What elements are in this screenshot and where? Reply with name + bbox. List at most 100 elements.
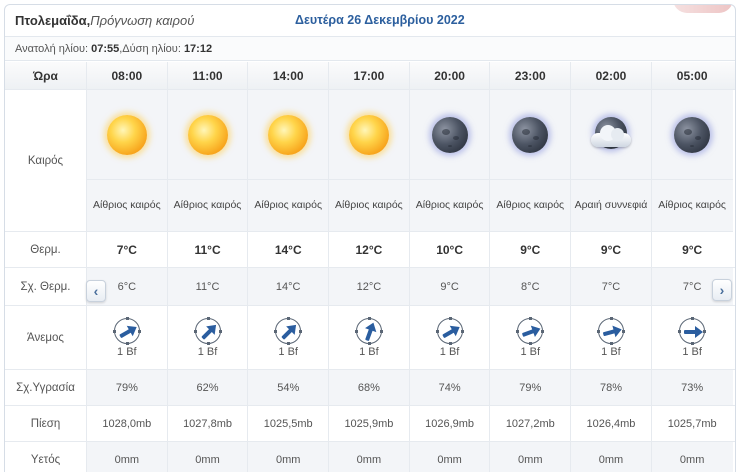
weather-icon-cell [167, 90, 249, 179]
scroll-left-button[interactable]: ‹ [86, 280, 106, 302]
time-cell: 20:00 [410, 62, 491, 89]
time-cell: 02:00 [571, 62, 652, 89]
time-cell: 14:00 [248, 62, 330, 89]
temperature-value: 11°C [168, 232, 249, 267]
humidity-value: 68% [329, 370, 410, 405]
weather-description: Αίθριος καιρός [651, 180, 733, 231]
forecast-panel: Πτολεμαΐδα, Πρόγνωση καιρού Δευτέρα 26 Δ… [4, 4, 736, 472]
compass-tick [678, 329, 682, 333]
rain-value: 0mm [248, 442, 330, 472]
wind-force: 1 Bf [682, 345, 702, 358]
wind-force: 1 Bf [278, 345, 298, 358]
moon-cloud-icon [589, 115, 633, 155]
temperature-value: 9°C [571, 232, 652, 267]
weather-icon-cell [329, 90, 410, 179]
wind-compass-icon [274, 316, 303, 345]
humidity-value: 62% [167, 370, 249, 405]
wind-cell: 1 Bf [571, 306, 652, 369]
compass-tick [299, 329, 303, 333]
rain-row: Υετός 0mm 0mm 0mm 0mm 0mm 0mm 0mm 0mm [5, 442, 735, 472]
cloud-icon [590, 124, 631, 147]
humidity-value: 79% [87, 370, 168, 405]
chevron-right-icon: › [719, 282, 725, 298]
pressure-value: 1027,8mb [168, 406, 249, 441]
time-cell: 11:00 [168, 62, 249, 89]
compass-tick [691, 316, 695, 320]
sunset-label: Δύση ηλίου: [122, 42, 181, 55]
compass-tick [193, 329, 197, 333]
scroll-right-button[interactable]: › [712, 279, 732, 301]
time-row: Ώρα 08:00 11:00 14:00 17:00 20:00 23:00 02:00 0… [5, 62, 735, 90]
time-row-label: Ώρα [5, 62, 87, 89]
weather-icon-cell [409, 90, 491, 179]
compass-tick [691, 341, 695, 345]
compass-tick [367, 341, 371, 345]
weather-icon-cell [651, 90, 733, 179]
rain-value: 0mm [571, 442, 652, 472]
wind-compass-icon [678, 316, 707, 345]
pressure-row: Πίεση 1028,0mb 1027,8mb 1025,5mb 1025,9mb 10… [5, 406, 735, 442]
wind-force: 1 Bf [439, 345, 460, 358]
compass-tick [529, 341, 533, 345]
humidity-row-label: Σχ.Υγρασία [5, 370, 87, 405]
wind-cell: 1 Bf [87, 306, 168, 369]
rain-value: 0mm [167, 442, 249, 472]
wind-compass-icon [596, 316, 625, 345]
compass-tick [609, 316, 613, 320]
compass-tick [529, 316, 533, 320]
feels-like-value: 11°C [167, 268, 249, 305]
wind-force: 1 Bf [359, 345, 379, 358]
feels-row-label: Σχ. Θερμ. [5, 268, 87, 305]
wind-row-label: Άνεμος [5, 306, 87, 369]
humidity-value: 78% [571, 370, 652, 405]
sun-icon [341, 107, 396, 162]
humidity-value: 74% [409, 370, 491, 405]
rain-value: 0mm [329, 442, 410, 472]
sunrise-time: 07:55 [91, 42, 120, 55]
sunrise-label: Ανατολή ηλίου: [15, 42, 89, 55]
forecast-subtitle: Πρόγνωση καιρού [90, 13, 195, 28]
wind-cell: 1 Bf [410, 306, 491, 369]
compass-tick [516, 329, 520, 333]
compass-tick [379, 329, 383, 333]
wind-cell: 1 Bf [248, 306, 330, 369]
time-cell: 08:00 [87, 62, 168, 89]
wind-cell: 1 Bf [490, 306, 572, 369]
wind-row: Άνεμος 1 Bf 1 Bf 1 Bf 1 Bf 1 Bf 1 Bf 1 Bf 1 Bf [5, 306, 735, 370]
weather-icon-cell [490, 90, 572, 179]
sun-icon [99, 107, 154, 162]
wind-force: 1 Bf [601, 345, 621, 358]
temperature-value: 7°C [87, 232, 168, 267]
sun-times: Ανατολή ηλίου: 07:55 , Δύση ηλίου: 17:12 [5, 37, 735, 61]
wind-arrow-icon [442, 326, 459, 337]
forecast-grid: Ώρα 08:00 11:00 14:00 17:00 20:00 23:00 02:00 0… [5, 62, 735, 472]
pressure-value: 1027,2mb [490, 406, 572, 441]
weather-row: Καιρός Αίθριος καιρός Αίθριος καιρός Αίθρι… [5, 90, 735, 232]
compass-tick [435, 329, 439, 333]
compass-tick [609, 341, 613, 345]
weather-description: Αίθριος καιρός [248, 180, 330, 231]
weather-description: Αίθριος καιρός [167, 180, 249, 231]
city-name: Πτολεμαΐδα, [15, 13, 91, 28]
pressure-value: 1026,4mb [571, 406, 652, 441]
wind-force: 1 Bf [520, 345, 541, 358]
wind-cell: 1 Bf [329, 306, 410, 369]
weather-icon-cell [248, 90, 330, 179]
compass-tick [354, 329, 358, 333]
time-cell: 23:00 [490, 62, 572, 89]
humidity-row: Σχ.Υγρασία 79% 62% 54% 68% 74% 79% 78% 73% [5, 370, 735, 406]
time-cell: 17:00 [329, 62, 410, 89]
compass-tick [703, 329, 707, 333]
wind-compass-icon [435, 316, 464, 345]
rain-value: 0mm [490, 442, 572, 472]
temp-row-label: Θερμ. [5, 232, 87, 267]
feels-row: Σχ. Θερμ. 6°C 11°C 14°C 12°C 9°C 8°C 7°C 7°C [5, 268, 735, 306]
weather-icon-cell [87, 90, 168, 179]
compass-tick [274, 329, 278, 333]
moon-icon [512, 116, 549, 153]
feels-like-value: 7°C [571, 268, 652, 305]
weather-icons-row [87, 90, 733, 180]
pressure-value: 1026,9mb [410, 406, 491, 441]
wind-arrow-icon [603, 328, 621, 335]
temperature-value: 10°C [410, 232, 491, 267]
